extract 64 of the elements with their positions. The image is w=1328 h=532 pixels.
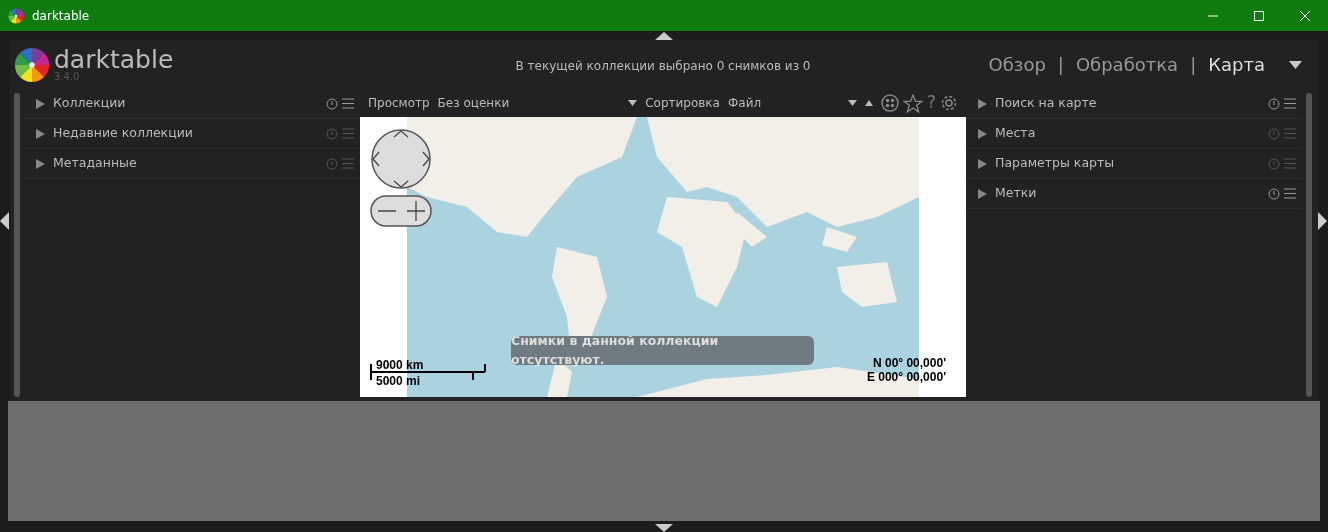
sort-dropdown[interactable]: Файл	[727, 94, 848, 112]
module-title: Метаданные	[53, 154, 137, 173]
module-header[interactable]: Коллекции	[24, 89, 360, 119]
pan-control-icon[interactable]	[370, 128, 433, 191]
expander-icon[interactable]	[36, 98, 45, 109]
module-header[interactable]: Метаданные	[24, 149, 360, 179]
expander-icon[interactable]	[36, 158, 45, 169]
app-logo-icon	[8, 7, 24, 24]
presets-icon[interactable]	[342, 98, 354, 109]
view-tab[interactable]: Обзор	[988, 51, 1046, 78]
view-tab[interactable]: Карта	[1208, 51, 1265, 78]
expander-icon[interactable]	[978, 158, 987, 169]
longitude-text: E 000° 00,000'	[866, 371, 946, 383]
module-title: Метки	[995, 184, 1037, 203]
settings-icon[interactable]	[940, 94, 958, 112]
maximize-icon	[1254, 10, 1264, 21]
module-title: Недавние коллекции	[53, 124, 193, 143]
expander-icon[interactable]	[978, 98, 987, 109]
scale-label: 9000 km	[376, 359, 424, 371]
empty-collection-message: Снимки в данной коллекции отсутствуют.	[511, 336, 814, 365]
collapse-arrow-icon[interactable]	[1318, 211, 1327, 230]
view-separator: |	[1190, 53, 1197, 77]
sort-label: Сортировка	[645, 95, 720, 112]
module-title: Коллекции	[53, 94, 126, 113]
expander-icon[interactable]	[978, 188, 987, 199]
scale-label: 5000 mi	[376, 375, 421, 387]
close-icon	[1300, 10, 1310, 21]
module-header[interactable]: Параметры карты	[966, 149, 1302, 179]
collapse-arrow-icon[interactable]	[0, 211, 9, 230]
view-tab[interactable]: Обработка	[1075, 51, 1179, 78]
rating-filter-dropdown[interactable]: Без оценки	[437, 94, 510, 112]
star-icon[interactable]	[902, 93, 923, 113]
module-header[interactable]: Метки	[966, 179, 1302, 209]
module-title: Параметры карты	[995, 154, 1115, 173]
grouping-icon[interactable]	[880, 94, 899, 112]
window-title: darktable	[32, 7, 90, 25]
latitude-text: N 00° 00,000'	[872, 357, 946, 369]
module-header[interactable]: Недавние коллекции	[24, 119, 360, 149]
app-name: darktable	[54, 47, 174, 72]
reset-icon[interactable]	[1268, 97, 1280, 110]
dropdown-caret-icon[interactable]	[628, 100, 638, 106]
collapse-arrow-icon[interactable]	[655, 524, 673, 532]
presets-icon[interactable]	[1284, 188, 1296, 199]
menu-caret-icon[interactable]	[1289, 60, 1302, 69]
zoom-control-icon[interactable]	[370, 195, 432, 227]
scrollbar[interactable]	[14, 93, 20, 397]
module-title: Поиск на карте	[995, 94, 1097, 113]
module-title: Места	[995, 124, 1036, 143]
reset-icon[interactable]	[1268, 187, 1280, 200]
scrollbar[interactable]	[1306, 93, 1312, 397]
filter-label: Просмотр	[368, 95, 430, 112]
module-header[interactable]: Поиск на карте	[966, 89, 1302, 119]
view-separator: |	[1057, 53, 1064, 77]
app-logo-icon	[14, 46, 50, 83]
expander-icon[interactable]	[36, 128, 45, 139]
expander-icon[interactable]	[978, 128, 987, 139]
module-header[interactable]: Места	[966, 119, 1302, 149]
dropdown-caret-icon[interactable]	[847, 100, 857, 106]
sort-order-icon[interactable]	[864, 100, 873, 106]
status-text: В текущей коллекции выбрано 0 снимков из 0	[515, 58, 811, 73]
presets-icon[interactable]	[1284, 98, 1296, 109]
reset-icon[interactable]	[326, 97, 338, 110]
collapse-arrow-icon[interactable]	[655, 31, 673, 40]
help-button[interactable]: ?	[926, 90, 936, 116]
